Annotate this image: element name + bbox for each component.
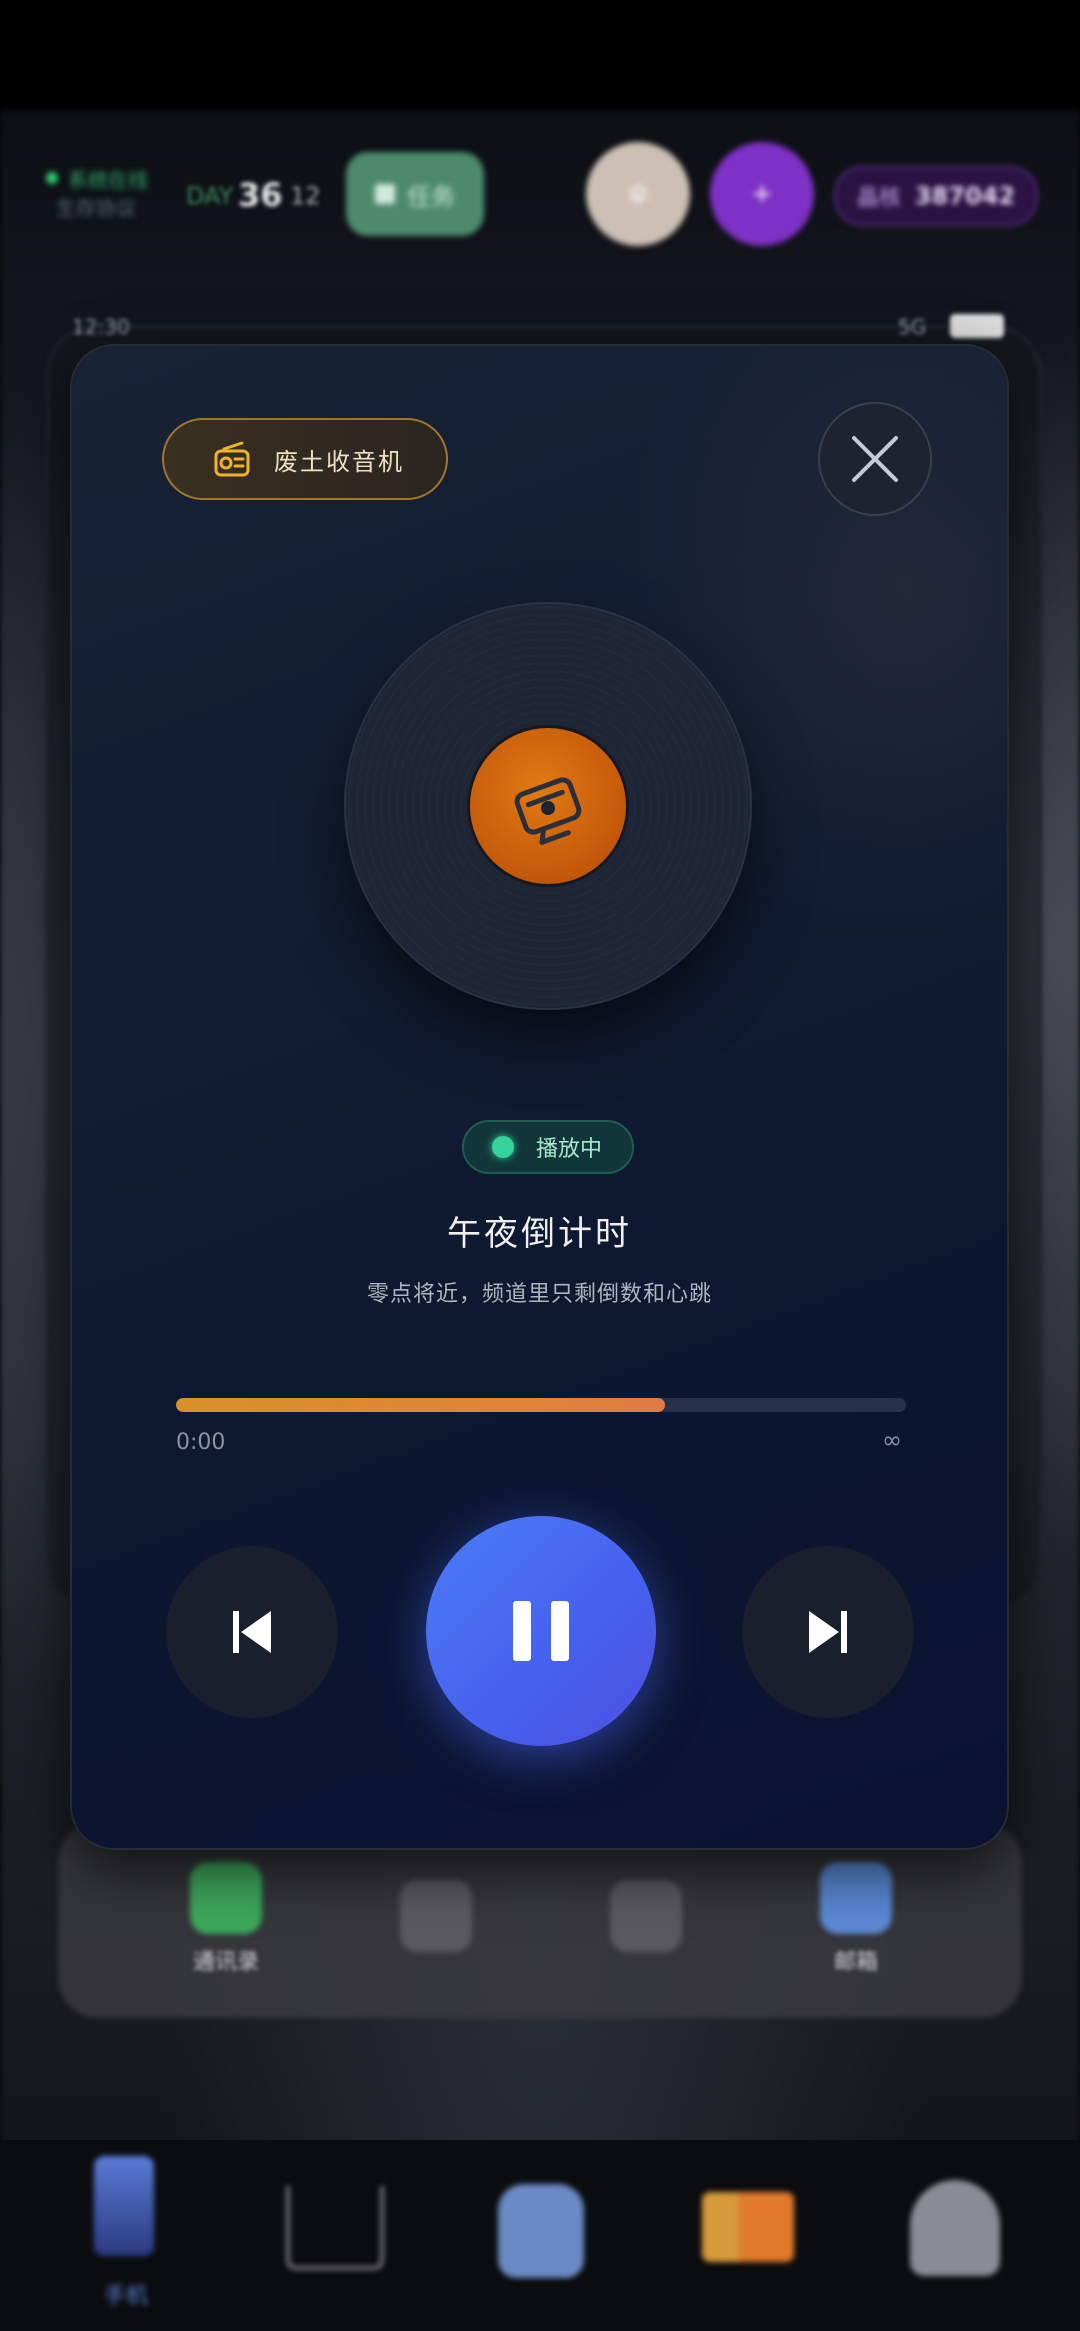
next-button[interactable]: [742, 1546, 914, 1718]
task-icon: [375, 184, 395, 204]
dock-app-mail-label: 邮箱: [833, 1950, 878, 1975]
radio-badge: 废土收音机: [162, 418, 448, 500]
dock-app-phone[interactable]: [610, 1880, 682, 1952]
radio-tuner-icon: [514, 777, 582, 845]
bottom-nav: 手机: [0, 2140, 1080, 2331]
vinyl-record: [346, 604, 750, 1008]
system-sub-text: 生存协议: [56, 196, 136, 220]
currency-label: 晶核: [856, 186, 901, 211]
cart-icon[interactable]: [286, 2186, 384, 2270]
radio-badge-label: 废土收音机: [274, 447, 404, 476]
close-icon: [852, 436, 898, 482]
time-total: ∞: [882, 1426, 902, 1454]
track-description: 零点将近，频道里只剩倒数和心跳: [366, 1282, 712, 1307]
task-button[interactable]: 任务: [346, 152, 484, 236]
pause-button[interactable]: [426, 1516, 656, 1746]
phone-time: 12:30: [72, 315, 130, 339]
dock-app-mail[interactable]: [820, 1862, 892, 1934]
skip-next-icon: [809, 1611, 847, 1653]
close-button[interactable]: [818, 402, 932, 516]
avatar-button-b[interactable]: +: [710, 142, 814, 246]
pause-icon-right: [551, 1601, 569, 1661]
skip-previous-icon: [233, 1611, 271, 1653]
playing-status-badge: 播放中: [462, 1120, 634, 1174]
progress-bar[interactable]: [176, 1398, 906, 1412]
radio-modal: 废土收音机 播放中 午夜倒计时 零点将近，频道里只剩倒数和心跳 0:00 ∞: [72, 346, 1007, 1848]
playing-status-text: 播放中: [536, 1137, 603, 1162]
avatar-button-a[interactable]: 伞: [586, 142, 690, 246]
track-title: 午夜倒计时: [447, 1214, 632, 1254]
currency-value: 387042: [914, 182, 1016, 210]
truck-icon[interactable]: [702, 2192, 794, 2262]
previous-button[interactable]: [166, 1546, 338, 1718]
person-icon[interactable]: [910, 2180, 1000, 2276]
time-elapsed: 0:00: [176, 1430, 226, 1455]
playing-status-dot: [492, 1136, 514, 1158]
dock-app-contacts[interactable]: [190, 1862, 262, 1934]
task-label: 任务: [407, 182, 455, 211]
battery-icon: [950, 314, 1004, 338]
pause-icon-left: [513, 1601, 531, 1661]
day-label: DAY: [186, 182, 234, 210]
nav-phone[interactable]: [94, 2156, 154, 2256]
system-status-text: 系统在线: [68, 168, 148, 192]
nav-phone-label: 手机: [104, 2284, 149, 2309]
day-number: 36: [238, 176, 283, 214]
backpack-icon[interactable]: [498, 2184, 584, 2278]
vinyl-label: [470, 728, 626, 884]
progress-bar-fill: [176, 1398, 666, 1412]
online-status-dot: [46, 172, 58, 184]
radio-icon: [214, 441, 250, 477]
phone-network: 5G: [898, 315, 927, 339]
dock-app-contacts-label: 通讯录: [192, 1950, 259, 1975]
dock-app-2[interactable]: [400, 1880, 472, 1952]
day-hour: 12: [290, 182, 321, 210]
currency-badge[interactable]: 晶核 387042: [834, 166, 1038, 226]
